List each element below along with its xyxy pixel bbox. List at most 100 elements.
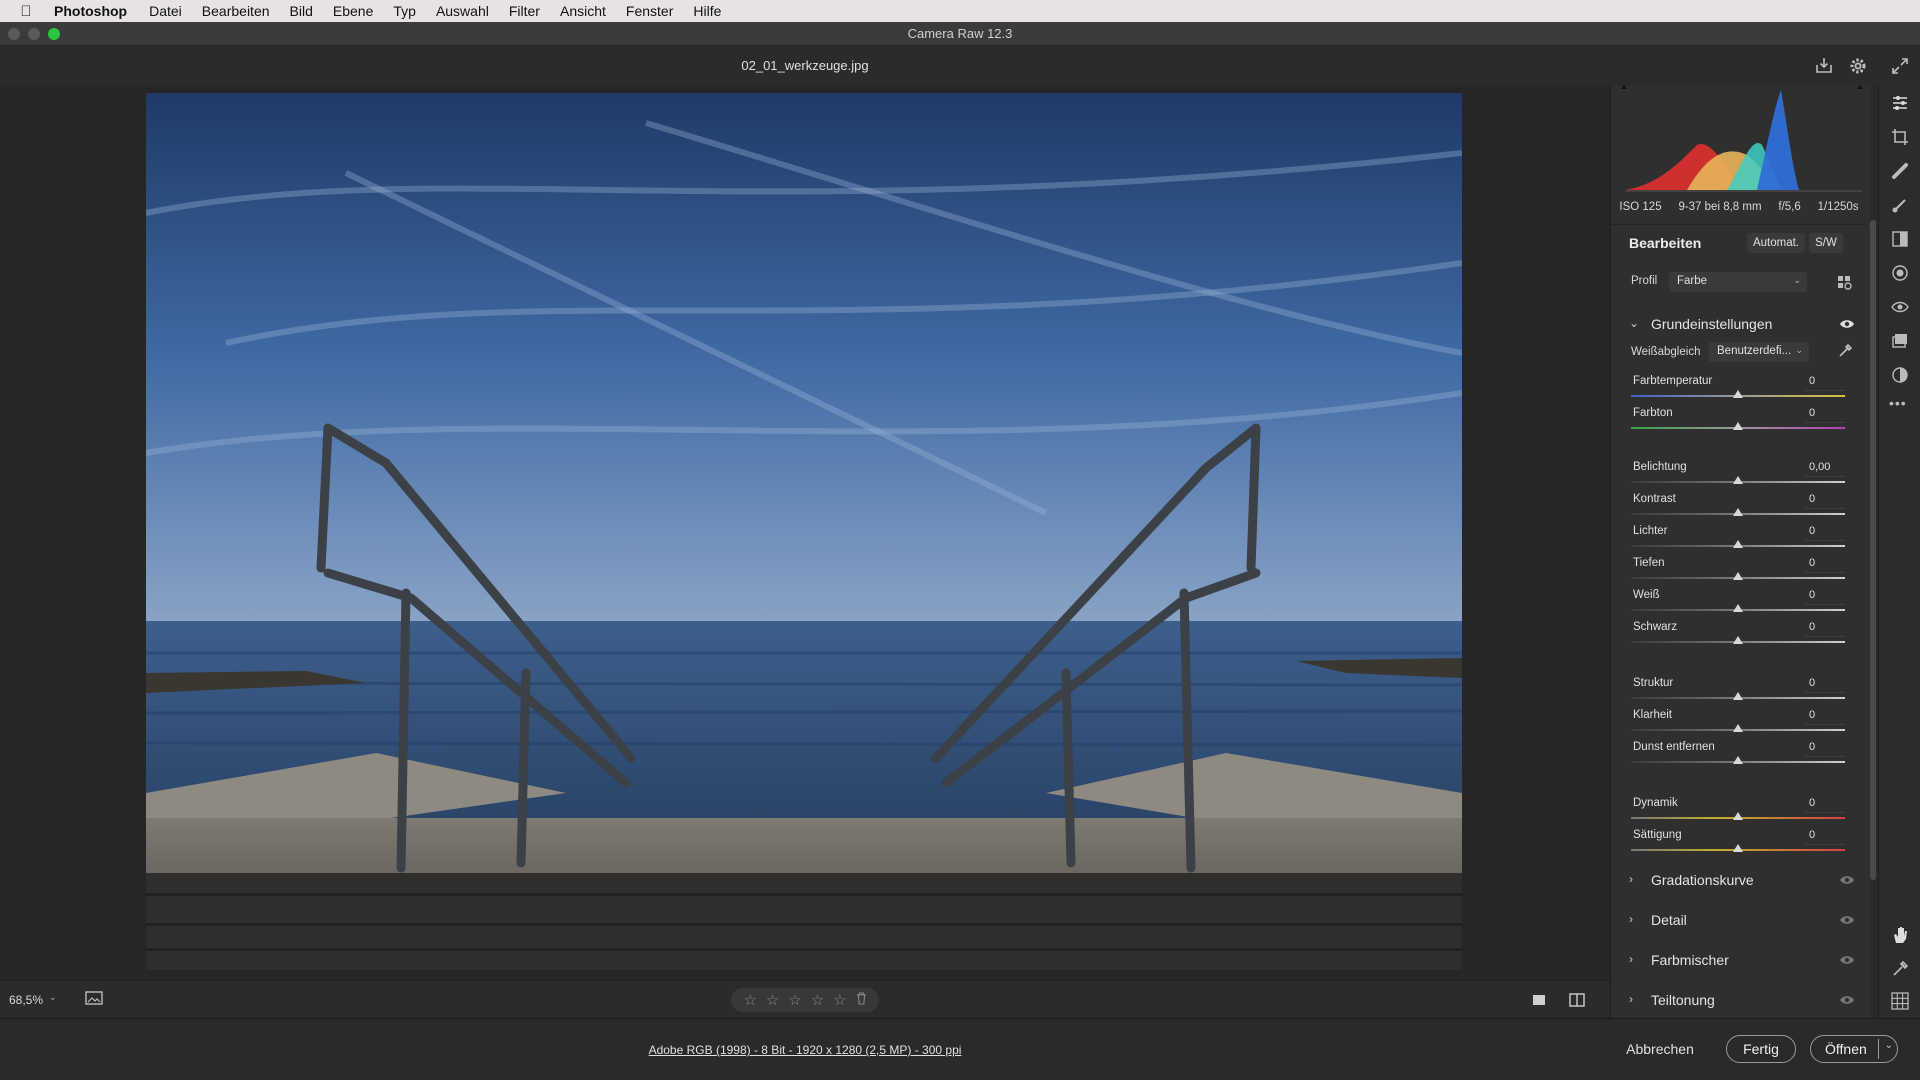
- section-split-toning[interactable]: › Teiltonung: [1611, 989, 1861, 1013]
- menu-ansicht[interactable]: Ansicht: [550, 3, 616, 19]
- menu-bild[interactable]: Bild: [280, 3, 323, 19]
- open-options-chevron-icon[interactable]: ⌄: [1885, 1040, 1893, 1051]
- brush-icon[interactable]: [1890, 195, 1910, 215]
- slider-value-input[interactable]: 0: [1805, 677, 1845, 693]
- slider-handle[interactable]: [1733, 604, 1743, 612]
- more-icon[interactable]: •••: [1889, 395, 1909, 415]
- slider-value-input[interactable]: 0: [1805, 375, 1845, 391]
- hand-tool-icon[interactable]: [1890, 925, 1910, 945]
- snapshots-icon[interactable]: [1890, 331, 1910, 351]
- slider-value-input[interactable]: 0: [1805, 493, 1845, 509]
- slider-handle[interactable]: [1733, 636, 1743, 644]
- star-icon[interactable]: ☆: [743, 991, 756, 1009]
- crop-icon[interactable]: [1890, 127, 1910, 147]
- section-color-mixer[interactable]: › Farbmischer: [1611, 949, 1861, 973]
- image-view-icon[interactable]: [85, 991, 105, 1007]
- slider-handle[interactable]: [1733, 812, 1743, 820]
- eye-icon[interactable]: [1839, 317, 1855, 329]
- eye-icon[interactable]: [1839, 993, 1855, 1005]
- slider-row[interactable]: Klarheit 0: [1631, 709, 1845, 737]
- minimize-window-button[interactable]: [28, 28, 40, 40]
- slider-handle[interactable]: [1733, 756, 1743, 764]
- white-balance-dropdown[interactable]: Benutzerdefi... ⌄: [1709, 342, 1809, 362]
- menu-app-name[interactable]: Photoshop: [52, 3, 139, 19]
- fullscreen-icon[interactable]: [1889, 55, 1911, 77]
- cancel-button[interactable]: Abbrechen: [1610, 1041, 1710, 1057]
- single-view-icon[interactable]: [1530, 991, 1548, 1009]
- slider-row[interactable]: Dynamik 0: [1631, 797, 1845, 825]
- slider-row[interactable]: Weiß 0: [1631, 589, 1845, 617]
- gradient-filter-icon[interactable]: [1890, 229, 1910, 249]
- auto-button[interactable]: Automat.: [1747, 233, 1805, 253]
- workflow-options-link[interactable]: Adobe RGB (1998) - 8 Bit - 1920 x 1280 (…: [0, 1043, 1610, 1057]
- slider-value-input[interactable]: 0: [1805, 829, 1845, 845]
- slider-value-input[interactable]: 0: [1805, 709, 1845, 725]
- slider-value-input[interactable]: 0,00: [1805, 461, 1845, 477]
- save-image-icon[interactable]: [1813, 55, 1835, 77]
- zoom-window-button[interactable]: [48, 28, 60, 40]
- star-icon[interactable]: ☆: [788, 991, 801, 1009]
- eye-icon[interactable]: [1839, 953, 1855, 965]
- rating-stars[interactable]: ☆ ☆ ☆ ☆ ☆: [731, 988, 879, 1012]
- zoom-level[interactable]: 68,5%: [9, 993, 43, 1007]
- slider-row[interactable]: Tiefen 0: [1631, 557, 1845, 585]
- profile-browser-icon[interactable]: [1837, 275, 1853, 291]
- menu-datei[interactable]: Datei: [139, 3, 192, 19]
- slider-handle[interactable]: [1733, 508, 1743, 516]
- slider-row[interactable]: Kontrast 0: [1631, 493, 1845, 521]
- trash-icon[interactable]: [856, 991, 867, 1009]
- slider-value-input[interactable]: 0: [1805, 525, 1845, 541]
- eye-icon[interactable]: [1839, 873, 1855, 885]
- slider-handle[interactable]: [1733, 390, 1743, 398]
- slider-row[interactable]: Farbton 0: [1631, 407, 1845, 435]
- section-basic[interactable]: ⌄ Grundeinstellungen: [1611, 313, 1861, 337]
- slider-row[interactable]: Struktur 0: [1631, 677, 1845, 705]
- presets-icon[interactable]: [1890, 365, 1910, 385]
- slider-row[interactable]: Lichter 0: [1631, 525, 1845, 553]
- section-tone-curve[interactable]: › Gradationskurve: [1611, 869, 1861, 893]
- zoom-chevron-down-icon[interactable]: ⌄: [49, 992, 57, 1003]
- black-white-button[interactable]: S/W: [1809, 233, 1843, 253]
- slider-value-input[interactable]: 0: [1805, 589, 1845, 605]
- slider-row[interactable]: Farbtemperatur 0: [1631, 375, 1845, 403]
- slider-handle[interactable]: [1733, 572, 1743, 580]
- star-icon[interactable]: ☆: [811, 991, 824, 1009]
- open-button[interactable]: Öffnen ⌄: [1810, 1035, 1898, 1063]
- eye-icon[interactable]: [1839, 913, 1855, 925]
- slider-row[interactable]: Belichtung 0,00: [1631, 461, 1845, 489]
- done-button[interactable]: Fertig: [1726, 1035, 1796, 1063]
- slider-row[interactable]: Sättigung 0: [1631, 829, 1845, 857]
- profile-dropdown[interactable]: Farbe ⌄: [1669, 272, 1807, 292]
- gear-icon[interactable]: [1847, 55, 1869, 77]
- slider-value-input[interactable]: 0: [1805, 741, 1845, 757]
- menu-filter[interactable]: Filter: [499, 3, 550, 19]
- menu-bearbeiten[interactable]: Bearbeiten: [192, 3, 280, 19]
- slider-handle[interactable]: [1733, 476, 1743, 484]
- slider-handle[interactable]: [1733, 724, 1743, 732]
- close-window-button[interactable]: [8, 28, 20, 40]
- red-eye-icon[interactable]: [1890, 297, 1910, 317]
- photo-preview[interactable]: [146, 93, 1462, 970]
- slider-handle[interactable]: [1733, 692, 1743, 700]
- edit-sliders-icon[interactable]: [1890, 93, 1910, 113]
- star-icon[interactable]: ☆: [766, 991, 779, 1009]
- slider-handle[interactable]: [1733, 844, 1743, 852]
- menu-typ[interactable]: Typ: [383, 3, 426, 19]
- menu-auswahl[interactable]: Auswahl: [426, 3, 499, 19]
- panel-scrollbar[interactable]: [1870, 220, 1876, 880]
- slider-value-input[interactable]: 0: [1805, 797, 1845, 813]
- slider-row[interactable]: Dunst entfernen 0: [1631, 741, 1845, 769]
- eyedropper-icon[interactable]: [1837, 343, 1853, 359]
- slider-value-input[interactable]: 0: [1805, 621, 1845, 637]
- color-sampler-icon[interactable]: [1890, 959, 1910, 979]
- star-icon[interactable]: ☆: [833, 991, 846, 1009]
- slider-value-input[interactable]: 0: [1805, 407, 1845, 423]
- slider-handle[interactable]: [1733, 540, 1743, 548]
- menu-hilfe[interactable]: Hilfe: [683, 3, 731, 19]
- menu-fenster[interactable]: Fenster: [616, 3, 683, 19]
- menu-ebene[interactable]: Ebene: [323, 3, 383, 19]
- slider-handle[interactable]: [1733, 422, 1743, 430]
- section-detail[interactable]: › Detail: [1611, 909, 1861, 933]
- before-after-icon[interactable]: [1568, 991, 1586, 1009]
- apple-menu-icon[interactable]: : [0, 3, 52, 20]
